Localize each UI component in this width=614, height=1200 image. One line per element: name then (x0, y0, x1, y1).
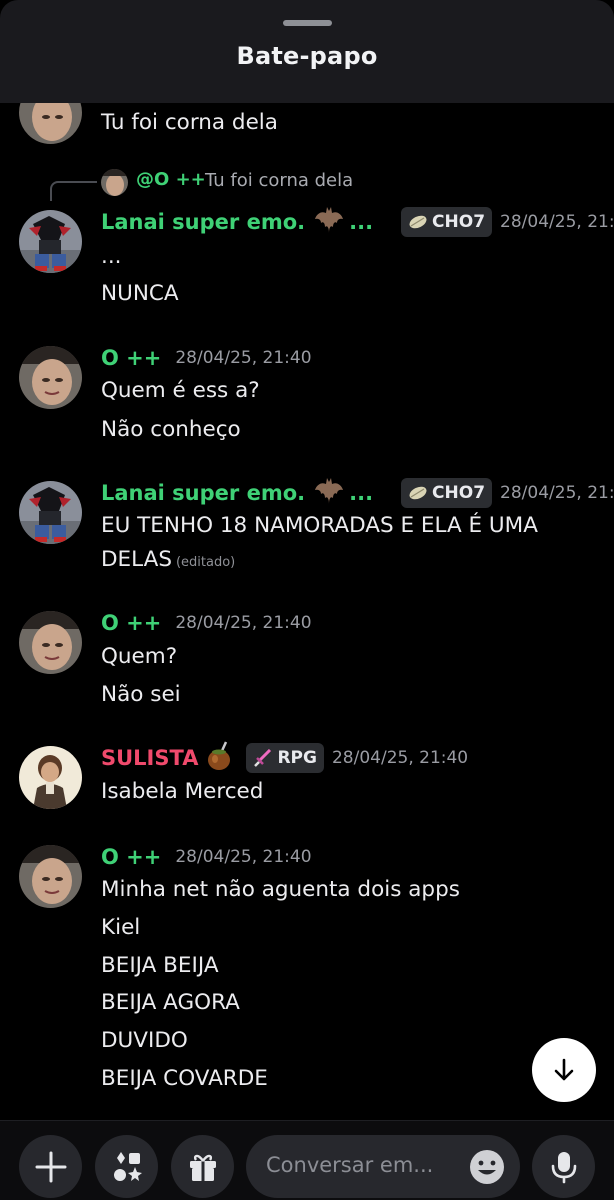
message-text: Quem é ess a? (101, 378, 260, 403)
timestamp: 28/04/25, 21:40 (500, 212, 614, 232)
message-text: EU TENHO 18 NAMORADAS E ELA É UMA (101, 513, 538, 538)
message-text: Tu foi corna dela (101, 110, 278, 135)
gift-icon (189, 1154, 216, 1181)
message-header: Lanai super emo. ... CHO7 28/04/25, 21:4… (101, 476, 614, 510)
smiley-icon (470, 1150, 504, 1184)
mate-gourd-emoji-icon (206, 741, 234, 775)
emoji-button[interactable] (469, 1149, 505, 1185)
message-text: Kiel (101, 915, 141, 940)
message-text: ... (101, 244, 122, 269)
avatar[interactable] (19, 746, 82, 809)
message-text: Quem? (101, 644, 178, 669)
reply-avatar (101, 169, 128, 196)
message-header: O ++ 28/04/25, 21:40 (101, 606, 312, 640)
message-text: BEIJA AGORA (101, 990, 240, 1015)
avatar[interactable] (19, 103, 82, 144)
drag-handle[interactable] (283, 20, 332, 26)
message-text: Isabela Merced (101, 779, 264, 804)
message-text: BEIJA BEIJA (101, 953, 219, 978)
guild-tag[interactable]: CHO7 (401, 478, 493, 508)
author-name[interactable]: SULISTA (101, 746, 198, 770)
message-text: DUVIDO (101, 1028, 188, 1053)
bat-emoji-icon (313, 476, 345, 510)
timestamp: 28/04/25, 21:40 (175, 348, 312, 368)
gift-button[interactable] (171, 1135, 234, 1198)
apps-button[interactable] (95, 1135, 158, 1198)
composer-bar: Conversar em... (0, 1120, 614, 1200)
name-ellipsis: ... (349, 210, 374, 234)
avatar[interactable] (19, 210, 82, 273)
message-placeholder: Conversar em... (266, 1153, 434, 1177)
author-name[interactable]: O ++ (101, 611, 161, 635)
leaf-badge-icon (409, 486, 427, 500)
guild-tag[interactable]: CHO7 (401, 207, 493, 237)
message-input[interactable]: Conversar em... (246, 1135, 520, 1198)
reply-author[interactable]: @O ++ (136, 169, 206, 190)
microphone-icon (551, 1151, 576, 1183)
message-text: BEIJA COVARDE (101, 1066, 268, 1091)
arrow-down-icon (554, 1058, 574, 1081)
timestamp: 28/04/25, 21:40 (331, 748, 469, 768)
edited-label: (editado) (175, 555, 236, 570)
author-name[interactable]: Lanai super emo. (101, 210, 305, 234)
bat-emoji-icon (313, 205, 345, 239)
avatar[interactable] (19, 481, 82, 544)
apps-icon (113, 1151, 142, 1181)
message-text: NUNCA (101, 281, 179, 306)
message-header: O ++ 28/04/25, 21:40 (101, 341, 312, 375)
reply-text: Tu foi corna dela (205, 170, 354, 191)
voice-message-button[interactable] (532, 1135, 595, 1198)
guild-tag[interactable]: RPG (246, 743, 324, 773)
message-text: Não conheço (101, 417, 241, 442)
leaf-badge-icon (409, 215, 427, 229)
timestamp: 28/04/25, 21:40 (500, 483, 614, 503)
reply-connector (50, 181, 97, 201)
avatar[interactable] (19, 845, 82, 908)
add-attachment-button[interactable] (19, 1135, 82, 1198)
message-header: O ++ 28/04/25, 21:40 (101, 840, 312, 874)
timestamp: 28/04/25, 21:40 (175, 847, 312, 867)
header: Bate-papo (0, 0, 614, 103)
page-title: Bate-papo (236, 42, 378, 70)
author-name[interactable]: O ++ (101, 346, 161, 370)
timestamp: 28/04/25, 21:40 (175, 613, 312, 633)
author-name[interactable]: O ++ (101, 845, 161, 869)
message-text: DELAS (editado) (101, 547, 236, 572)
plus-icon (35, 1151, 66, 1182)
message-header: SULISTA RPG 28/04/25, 21:40 (101, 741, 468, 775)
avatar[interactable] (19, 346, 82, 409)
message-text: Não sei (101, 682, 181, 707)
message-header: Lanai super emo. ... CHO7 28/04/25, 21:4… (101, 205, 614, 239)
avatar[interactable] (19, 611, 82, 674)
message-text: Minha net não aguenta dois apps (101, 877, 460, 902)
name-ellipsis: ... (349, 481, 374, 505)
jump-to-bottom-button[interactable] (532, 1038, 596, 1102)
message-list[interactable]: Tu foi corna dela @O ++ Tu foi corna del… (0, 103, 614, 1120)
sword-badge-icon (254, 749, 272, 767)
author-name[interactable]: Lanai super emo. (101, 481, 305, 505)
